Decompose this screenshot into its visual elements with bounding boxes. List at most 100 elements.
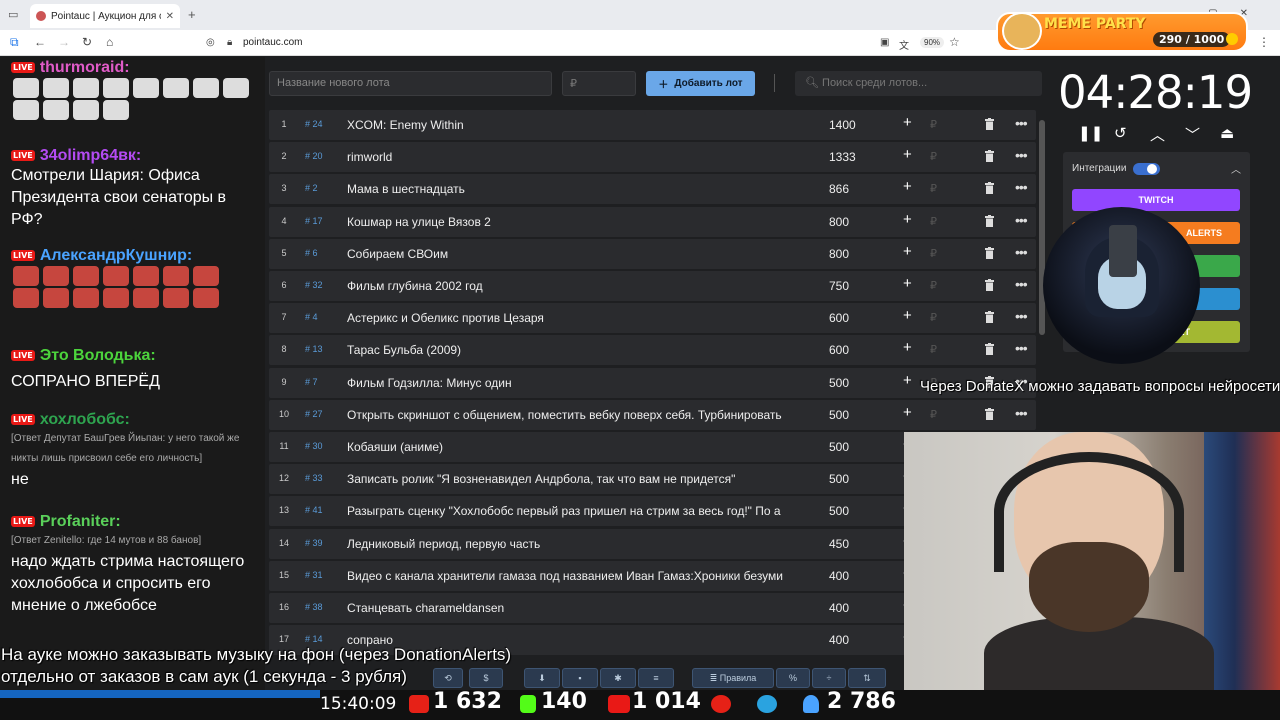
lot-name[interactable]: Тарас Бульба (2009) (347, 343, 809, 357)
add-amount-icon[interactable]: + (903, 178, 912, 195)
lot-amount[interactable]: 450 (829, 537, 849, 551)
more-options-icon[interactable]: ••• (1015, 147, 1028, 163)
lot-amount[interactable]: 1400 (829, 118, 856, 132)
add-amount-icon[interactable]: + (903, 243, 912, 260)
lot-amount[interactable]: 866 (829, 182, 849, 196)
lot-name[interactable]: Открыть скриншот с общением, поместить в… (347, 408, 809, 422)
home-icon[interactable]: ⌂ (106, 35, 113, 49)
trash-icon[interactable] (985, 246, 994, 259)
lot-row[interactable]: 4 # 17 Кошмар на улице Вязов 2 800 + ₽ ••• (269, 206, 1036, 237)
lot-name[interactable]: Фильм Годзилла: Минус один (347, 376, 809, 390)
lot-row[interactable]: 7 # 4 Астерикс и Обеликс против Цезаря 600 +… (269, 303, 1036, 334)
trash-icon[interactable] (985, 150, 994, 163)
clear-icon[interactable]: ≡ (638, 668, 674, 688)
more-options-icon[interactable]: ••• (1015, 340, 1028, 356)
collapse-icon[interactable]: ⏏ (1220, 124, 1234, 142)
split-icon[interactable]: ÷ (812, 668, 846, 688)
rules-button[interactable]: ≣ Правила (692, 668, 774, 688)
lot-row[interactable]: 1 # 24 XCOM: Enemy Within 1400 + ₽ ••• (269, 110, 1036, 140)
lot-name[interactable]: rimworld (347, 150, 809, 164)
lot-name[interactable]: Видео с канала хранители гамаза под назв… (347, 569, 809, 583)
add-amount-icon[interactable]: + (903, 307, 912, 324)
browser-tab[interactable]: Pointauc | Аукцион для стрима ✕ (30, 4, 180, 28)
integrations-toggle[interactable] (1133, 163, 1160, 175)
back-icon[interactable]: ← (34, 35, 46, 49)
add-amount-icon[interactable]: + (903, 211, 912, 228)
add-lot-button[interactable]: ＋ Добавить лот (646, 71, 755, 96)
lot-name[interactable]: Мама в шестнадцать (347, 182, 809, 196)
new-lot-input[interactable]: Название нового лота (269, 71, 552, 96)
menu-icon[interactable]: ⋮ (1258, 35, 1270, 49)
increase-icon[interactable]: ︿ (1150, 124, 1165, 145)
lot-name[interactable]: Фильм глубина 2002 год (347, 279, 809, 293)
lot-name[interactable]: Разыграть сценку "Хохлобобс первый раз п… (347, 504, 809, 518)
lot-name[interactable]: Ледниковый период, первую часть (347, 537, 809, 551)
lot-amount[interactable]: 800 (829, 215, 849, 229)
site-info-icon[interactable]: ◎ (206, 37, 215, 48)
lot-name[interactable]: Станцевать charameldansen (347, 601, 809, 615)
trash-icon[interactable] (985, 279, 994, 291)
more-options-icon[interactable]: ••• (1015, 308, 1028, 324)
lot-row[interactable]: 6 # 32 Фильм глубина 2002 год 750 + ₽ ••• (269, 271, 1036, 301)
search-input[interactable]: 🔍︎ Поиск среди лотов... (795, 71, 1042, 96)
percent-button[interactable]: % (776, 668, 810, 688)
close-tab-icon[interactable]: ✕ (166, 11, 174, 22)
lot-name[interactable]: Астерикс и Обеликс против Цезаря (347, 311, 809, 325)
forward-icon[interactable]: → (58, 35, 70, 49)
lot-amount[interactable]: 600 (829, 311, 849, 325)
bug-icon[interactable]: ✱ (600, 668, 636, 688)
decrease-icon[interactable]: ﹀ (1185, 124, 1200, 145)
lot-name[interactable]: XCOM: Enemy Within (347, 118, 809, 132)
lot-row[interactable]: 3 # 2 Мама в шестнадцать 866 + ₽ ••• (269, 174, 1036, 205)
lot-amount[interactable]: 500 (829, 408, 849, 422)
lot-row[interactable]: 10 # 27 Открыть скриншот с общением, помес… (269, 399, 1036, 430)
lot-amount[interactable]: 800 (829, 247, 849, 261)
lot-amount[interactable]: 400 (829, 633, 849, 647)
more-options-icon[interactable]: ••• (1015, 179, 1028, 195)
tab-sidebar-icon[interactable]: ▭ (8, 8, 18, 21)
zoom-level[interactable]: 90% (920, 37, 945, 48)
add-amount-icon[interactable]: + (903, 372, 912, 389)
bookmark-star-icon[interactable]: ☆ (949, 35, 960, 49)
lot-name[interactable]: Кошмар на улице Вязов 2 (347, 215, 809, 229)
add-amount-icon[interactable]: + (903, 146, 912, 163)
trash-icon[interactable] (985, 407, 994, 420)
trash-icon[interactable] (985, 214, 994, 227)
pause-icon[interactable]: ❚❚ (1078, 124, 1103, 142)
more-options-icon[interactable]: ••• (1015, 405, 1028, 421)
sidebar-toggle-icon[interactable]: ⧉ (10, 35, 19, 50)
add-amount-icon[interactable]: + (903, 114, 912, 131)
history-button[interactable]: ⟲ (433, 668, 463, 688)
lot-name[interactable]: Записать ролик "Я возненавидел Андрбола,… (347, 472, 809, 486)
more-options-icon[interactable]: ••• (1015, 115, 1028, 131)
lot-row[interactable]: 8 # 13 Тарас Бульба (2009) 600 + ₽ ••• (269, 335, 1036, 366)
lot-amount[interactable]: 500 (829, 472, 849, 486)
trash-icon[interactable] (985, 343, 994, 356)
reader-icon[interactable]: ▣ (880, 37, 889, 48)
lot-name[interactable]: Собираем СВОим (347, 247, 809, 261)
reload-icon[interactable]: ↻ (82, 35, 92, 49)
translate-icon[interactable]: 文 (899, 37, 909, 52)
more-options-icon[interactable]: ••• (1015, 276, 1028, 292)
new-tab-icon[interactable]: + (188, 7, 196, 22)
lot-name[interactable]: Кобаяши (аниме) (347, 440, 809, 454)
lot-amount[interactable]: 400 (829, 601, 849, 615)
add-amount-icon[interactable]: + (903, 404, 912, 421)
twitch-button[interactable]: TWITCH (1072, 189, 1240, 211)
price-input[interactable]: ₽ (562, 71, 636, 96)
add-amount-icon[interactable]: + (903, 339, 912, 356)
more-options-icon[interactable]: ••• (1015, 212, 1028, 228)
save-icon[interactable]: ▪ (562, 668, 598, 688)
chevron-up-icon[interactable]: ︿ (1231, 161, 1241, 176)
more-options-icon[interactable]: ••• (1015, 244, 1028, 260)
url-bar[interactable]: pointauc.com (243, 37, 302, 48)
download-icon[interactable]: ⬇ (524, 668, 560, 688)
sort-icon[interactable]: ⇅ (848, 668, 886, 688)
lot-row[interactable]: 5 # 6 Собираем СВОим 800 + ₽ ••• (269, 238, 1036, 269)
reset-icon[interactable]: ↺ (1114, 124, 1127, 142)
lot-row[interactable]: 2 # 20 rimworld 1333 + ₽ ••• (269, 142, 1036, 173)
dollar-button[interactable]: $ (469, 668, 503, 688)
trash-icon[interactable] (985, 118, 994, 130)
lot-amount[interactable]: 500 (829, 440, 849, 454)
lot-amount[interactable]: 500 (829, 504, 849, 518)
